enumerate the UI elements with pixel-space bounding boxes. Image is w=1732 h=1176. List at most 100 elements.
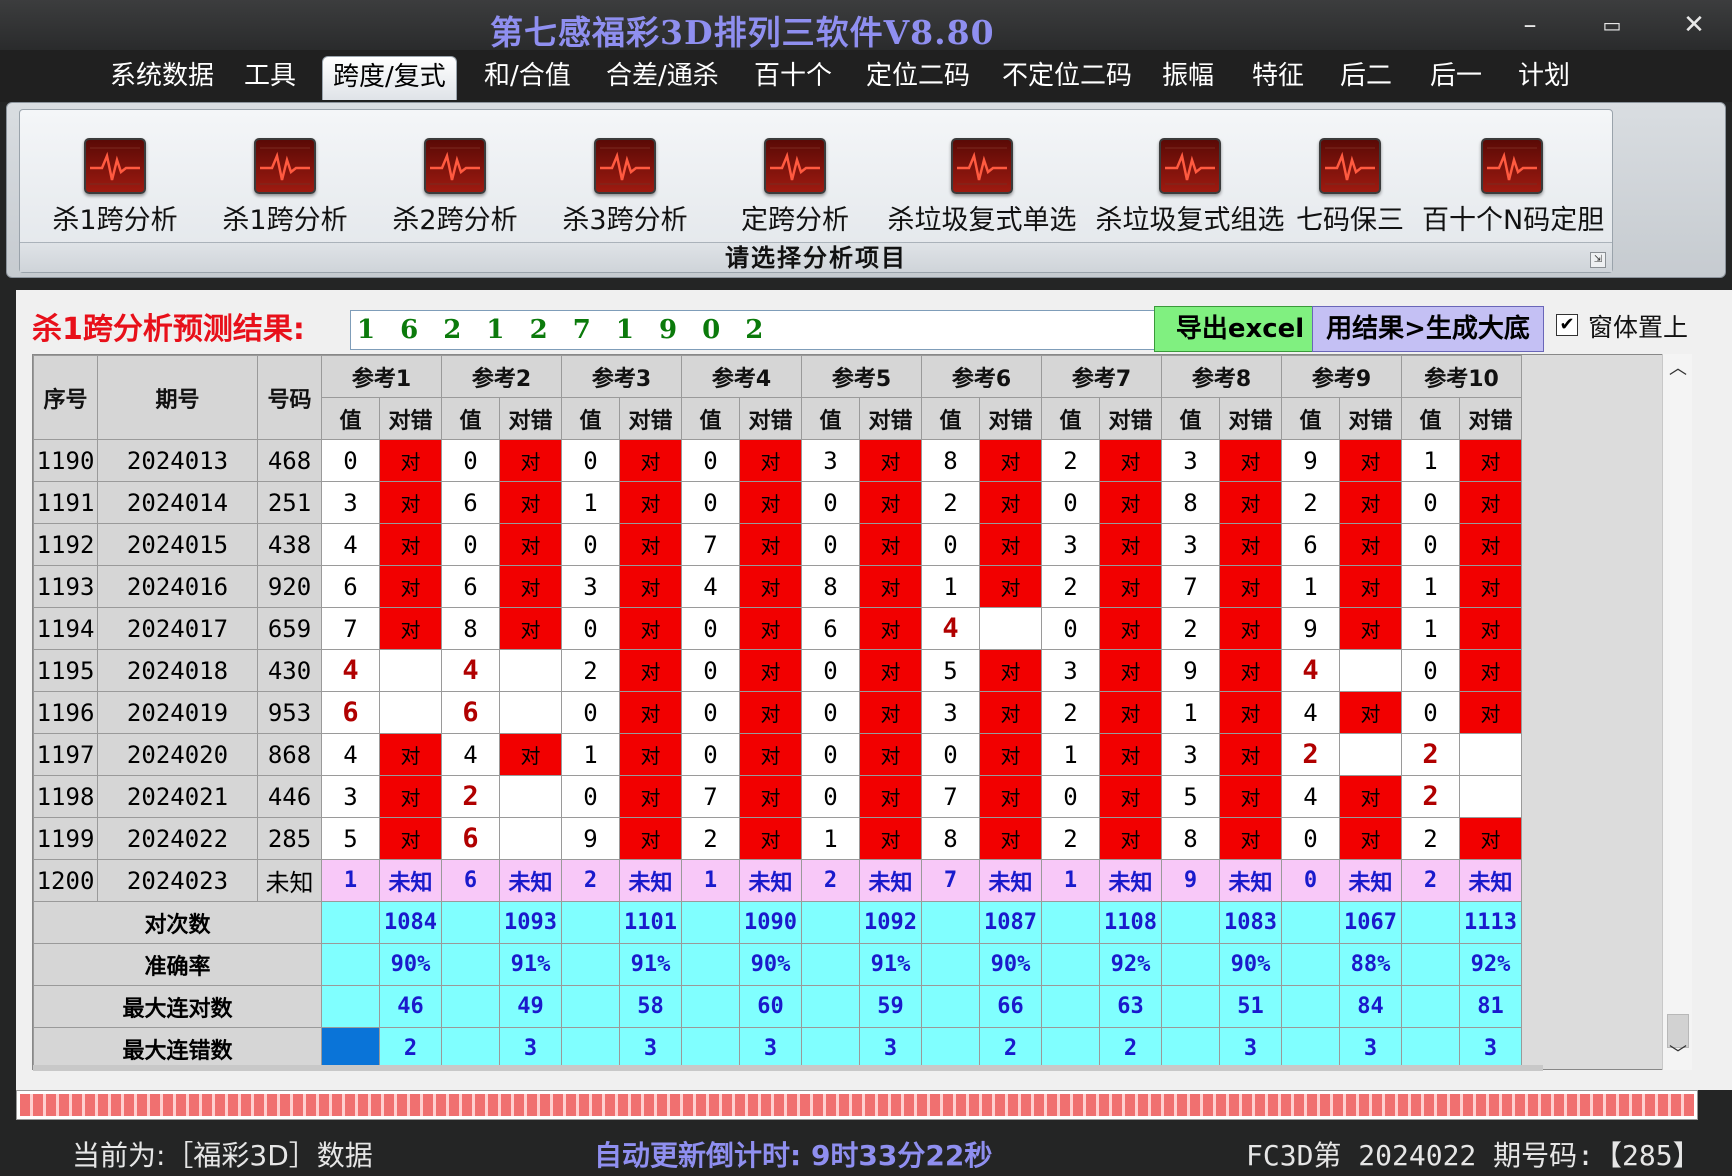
stats-value-cell: 3 [619,1027,682,1070]
ribbon-button[interactable]: 杀2跨分析 [380,130,530,236]
value-cell: 9 [1281,439,1340,482]
maximize-button[interactable]: ▭ [1590,8,1634,42]
predicted-value-cell: 2 [561,859,620,902]
ribbon-button-label: 杀垃圾复式组选 [1095,205,1285,236]
menu-item[interactable]: 跨度/复式 [322,56,457,100]
ribbon-button[interactable]: 杀1跨分析 [210,130,360,236]
stats-blank-cell [1161,943,1220,986]
stats-blank-cell [561,901,620,944]
ribbon-button[interactable]: 杀1跨分析 [40,130,190,236]
table-row[interactable]: 1195 2024018 430 4 4 2 对 0 对 0 对 5 对 3 对 9 对 4 0 对 [33,649,1522,692]
stats-blank-cell[interactable] [321,1027,380,1070]
table-row[interactable]: 1191 2024014 251 3 对 6 对 1 对 0 对 0 对 2 对 0 对 8 对 2 对 0 对 [33,481,1522,524]
column-header-ref: 参考5 [801,355,922,398]
result-cell: 对 [739,649,802,692]
prediction-row[interactable]: 1200 2024023 未知 1 未知 6 未知 2 未知 1 未知 2 未知 7 未知 1 未知 9 未知 0 未知… [33,859,1522,902]
table-row[interactable]: 1197 2024020 868 4 对 4 对 1 对 0 对 0 对 0 对 1 对 3 对 2 2 [33,733,1522,776]
result-cell: 对 [1219,691,1282,734]
result-cell: 对 [1099,733,1162,776]
subheader-value: 值 [321,397,380,440]
stats-value-cell: 1101 [619,901,682,944]
result-cell: 对 [1339,439,1402,482]
menu-item[interactable]: 计划 [1508,56,1580,100]
result-cell: 对 [1459,523,1522,566]
export-excel-button[interactable]: 导出excel [1154,306,1326,352]
progress-fill [20,1094,1694,1116]
result-cell: 对 [379,607,442,650]
heartbeat-chart-icon [1319,138,1381,194]
stats-blank-cell [681,901,740,944]
value-cell: 6 [801,607,860,650]
value-cell: 1 [1401,439,1460,482]
result-cell [979,607,1042,650]
table-row[interactable]: 1193 2024016 920 6 对 6 对 3 对 4 对 8 对 1 对 2 对 7 对 1 对 1 对 [33,565,1522,608]
result-cell [379,691,442,734]
subheader-value: 值 [561,397,620,440]
issue-cell: 2024015 [97,523,258,566]
stats-value-cell: 51 [1219,985,1282,1028]
data-source-status: 当前为:［福彩3D］数据 [72,1139,373,1172]
table-row[interactable]: 1190 2024013 468 0 对 0 对 0 对 0 对 3 对 8 对 2 对 3 对 9 对 1 对 [33,439,1522,482]
predicted-value-cell: 0 [1281,859,1340,902]
ribbon-button[interactable]: 杀垃圾复式单选 [882,130,1082,236]
generate-base-button[interactable]: 用结果>生成大底 [1312,306,1544,352]
ribbon-launcher-button[interactable]: ⇲ [1590,252,1606,268]
menu-item[interactable]: 特征 [1242,56,1314,100]
value-cell: 5 [921,649,980,692]
value-cell: 0 [441,523,500,566]
result-cell: 对 [979,733,1042,776]
stats-value-cell: 81 [1459,985,1522,1028]
menu-item[interactable]: 合差/通杀 [596,56,729,100]
result-cell: 对 [379,481,442,524]
value-cell: 2 [681,817,740,860]
predicted-value-cell: 9 [1161,859,1220,902]
subheader-value: 值 [921,397,980,440]
stats-value-cell: 90% [739,943,802,986]
issue-cell: 2024022 [97,817,258,860]
table-row[interactable]: 1196 2024019 953 6 6 0 对 0 对 0 对 3 对 2 对 1 对 4 对 0 对 [33,691,1522,734]
ribbon-button[interactable]: 定跨分析 [720,130,870,236]
result-cell: 对 [979,691,1042,734]
table-row[interactable]: 1194 2024017 659 7 对 8 对 0 对 0 对 6 对 4 0 对 2 对 9 对 1 对 [33,607,1522,650]
subheader-result: 对错 [379,397,442,440]
value-cell: 3 [321,481,380,524]
minimize-button[interactable]: – [1508,8,1552,42]
value-cell: 0 [801,481,860,524]
menu-item[interactable]: 振幅 [1152,56,1224,100]
stats-blank-cell [1401,943,1460,986]
scroll-up-arrow-icon[interactable]: ︿ [1663,354,1693,384]
number-cell: 446 [257,775,322,818]
prediction-result-field[interactable]: 1 6 2 1 2 7 1 9 0 2 [350,310,1166,350]
menu-item[interactable]: 系统数据 [100,56,224,100]
ribbon-button[interactable]: 杀3跨分析 [550,130,700,236]
menu-item[interactable]: 定位二码 [856,56,980,100]
predicted-value-cell: 2 [1401,859,1460,902]
menu-item[interactable]: 后二 [1330,56,1402,100]
ribbon-button[interactable]: 百十个N码定胆 [1422,130,1604,236]
stats-value-cell: 91% [859,943,922,986]
vertical-scrollbar[interactable]: ︿ ﹀ [1662,354,1692,1070]
ribbon-button[interactable]: 杀垃圾复式组选 [1090,130,1290,236]
horizontal-scrollbar[interactable] [33,1065,1543,1071]
menu-item[interactable]: 不定位二码 [992,56,1142,100]
window-on-top-checkbox[interactable]: ✔ [1556,314,1578,336]
close-button[interactable]: ✕ [1672,8,1716,42]
table-row[interactable]: 1199 2024022 285 5 对 6 9 对 2 对 1 对 8 对 2 对 8 对 0 对 2 对 [33,817,1522,860]
ribbon-button[interactable]: 七码保三 [1290,130,1410,236]
menu-item[interactable]: 百十个 [744,56,842,100]
value-cell: 4 [1281,691,1340,734]
menu-item[interactable]: 后一 [1420,56,1492,100]
stats-value-cell: 88% [1339,943,1402,986]
menu-item[interactable]: 工具 [234,56,306,100]
result-cell: 对 [1219,733,1282,776]
status-bar: 当前为:［福彩3D］数据 自动更新倒计时: 9时33分22秒 FC3D第 202… [0,1128,1732,1176]
menu-item[interactable]: 和/合值 [474,56,581,100]
value-cell: 0 [681,607,740,650]
scroll-down-arrow-icon[interactable]: ﹀ [1663,1040,1693,1070]
stats-blank-cell [1281,901,1340,944]
table-row[interactable]: 1192 2024015 438 4 对 0 对 0 对 7 对 0 对 0 对 3 对 3 对 6 对 0 对 [33,523,1522,566]
table-row[interactable]: 1198 2024021 446 3 对 2 0 对 7 对 0 对 7 对 0 对 5 对 4 对 2 [33,775,1522,818]
value-cell: 1 [921,565,980,608]
result-cell: 对 [1099,565,1162,608]
stats-blank-cell [1401,901,1460,944]
